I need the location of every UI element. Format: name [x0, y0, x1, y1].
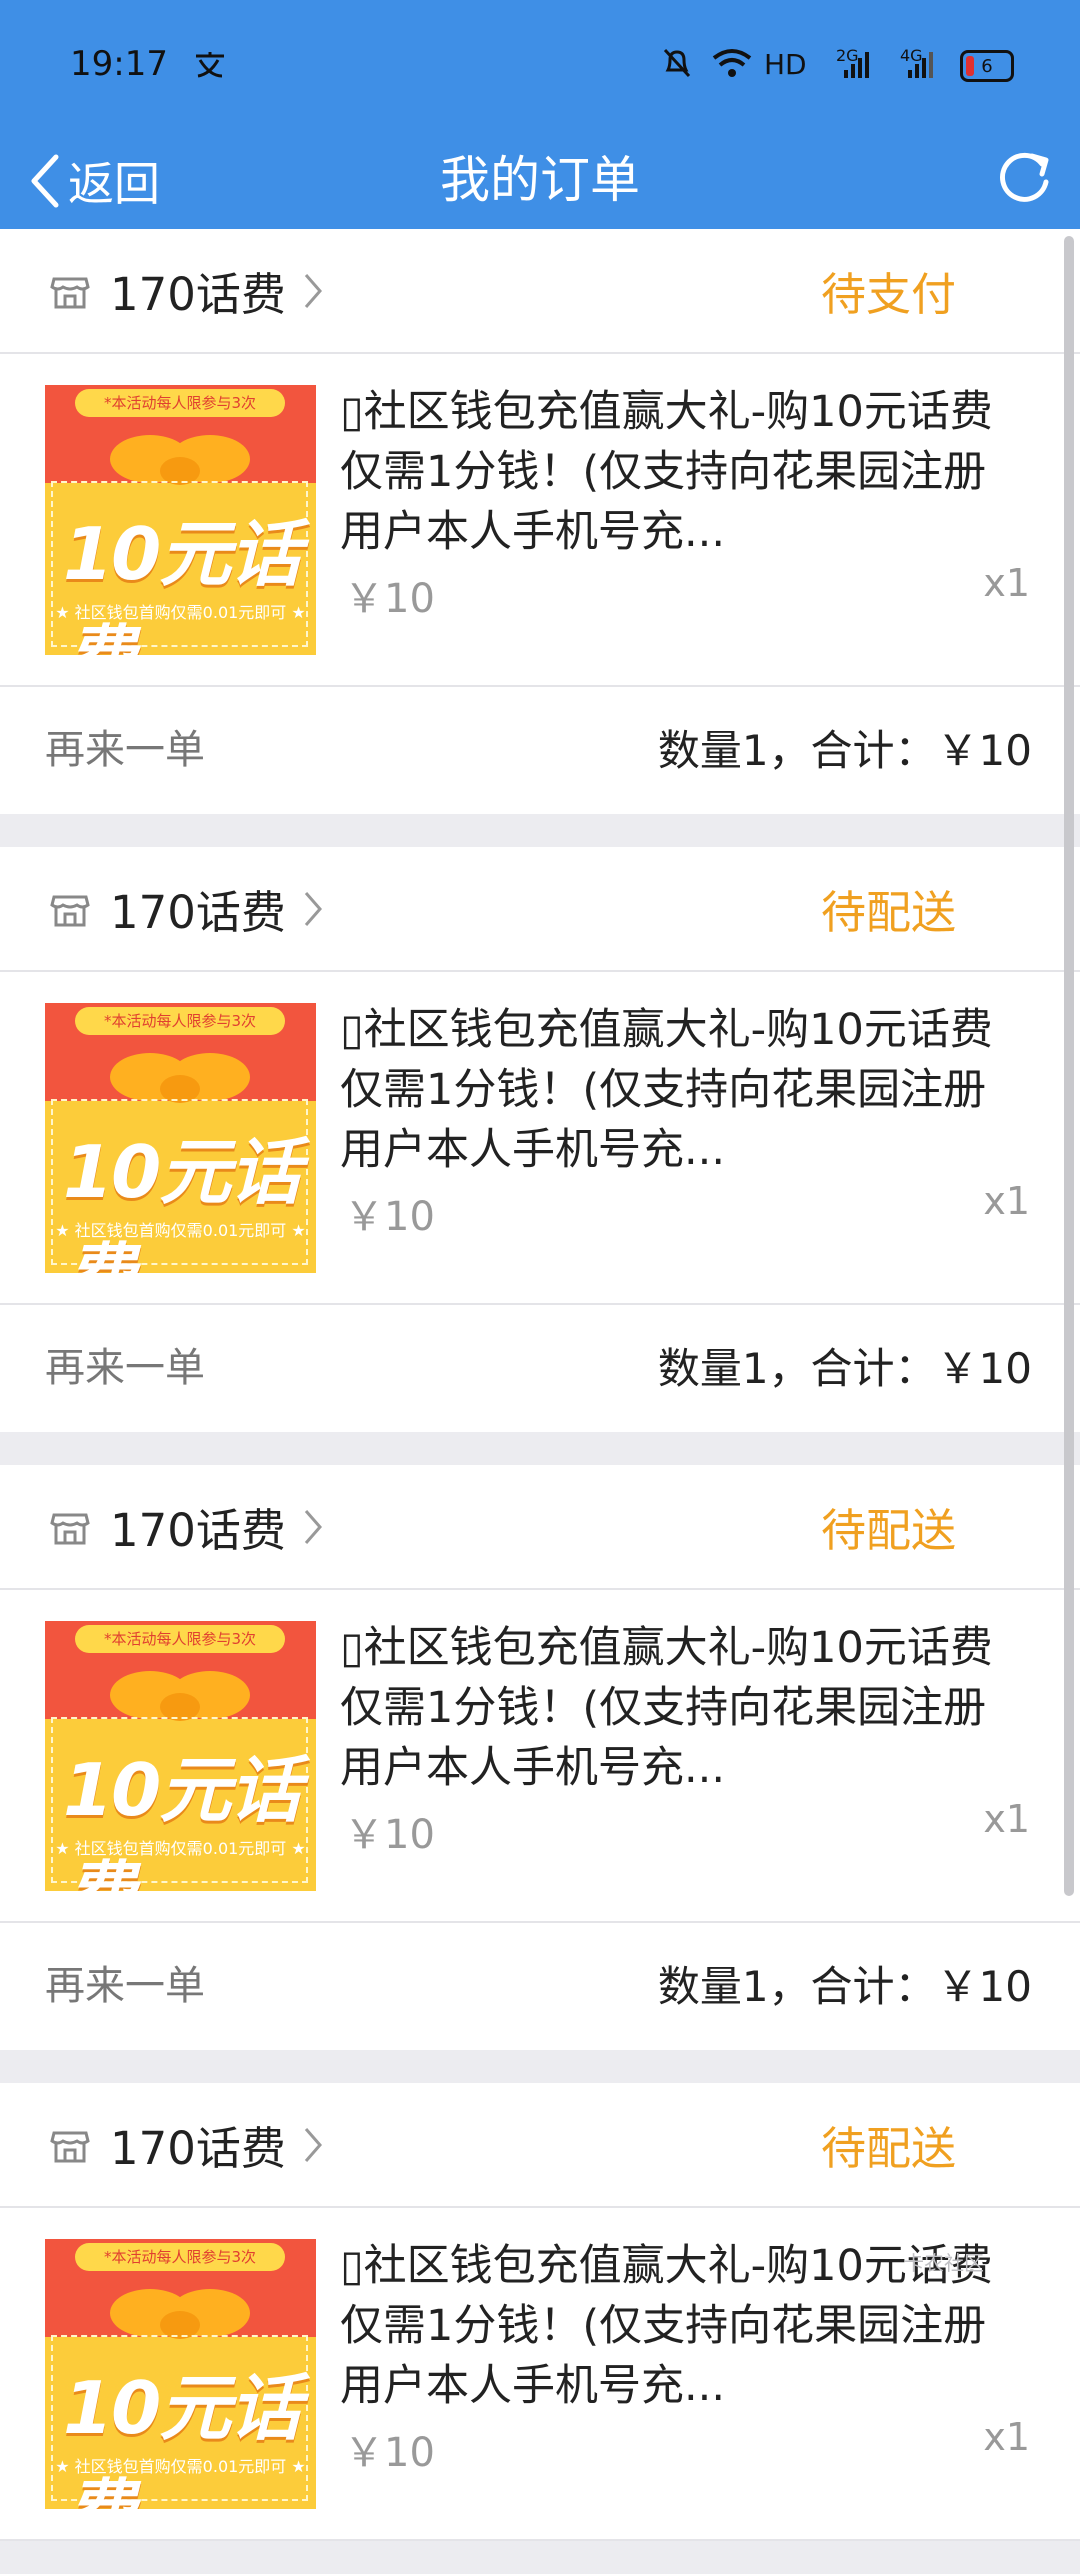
order-status: 待配送 — [820, 2122, 956, 2175]
battery-icon: 6 — [960, 50, 1014, 82]
product-quantity: x1 — [983, 561, 1030, 605]
product-quantity: x1 — [983, 2415, 1030, 2459]
page-title: 我的订单 — [440, 151, 640, 209]
wifi-icon — [712, 49, 752, 77]
shop-name: 170话费 — [110, 2122, 286, 2175]
signal-bars-icon — [844, 52, 869, 78]
shop-name: 170话费 — [110, 268, 286, 321]
product-quantity: x1 — [983, 1179, 1030, 1223]
signal-bars-icon — [908, 52, 933, 78]
refresh-icon[interactable] — [996, 150, 1054, 208]
reorder-button[interactable]: 再来一单 — [45, 1305, 205, 1432]
product-thumbnail: *本活动每人限参与3次 10元话费 ★ 社区钱包首购仅需0.01元即可 ★ — [45, 2239, 316, 2509]
shop-name: 170话费 — [110, 1504, 286, 1557]
product-title: ▯社区钱包充值赢大礼-购10元话费仅需1分钱！(仅支持向花果园注册用户本人手机号… — [340, 1623, 993, 1793]
order-status: 待配送 — [820, 886, 956, 939]
translate-icon — [196, 52, 224, 78]
order-card: 170话费 待支付 *本活动每人限参与3次 10元话费 ★ 社区钱包首购仅需0.… — [0, 229, 1080, 814]
order-footer: 再来一单 数量1，合计：￥10 — [0, 1923, 1080, 2050]
hd-label: HD — [764, 48, 807, 81]
order-card: 170话费 待配送 *本活动每人限参与3次 10元话费 ★ 社区钱包首购仅需0.… — [0, 2083, 1080, 2541]
status-bar: 19:17 HD 2G 4G 6 — [0, 0, 1080, 132]
product-price: ￥10 — [344, 1194, 435, 1240]
thumbnail-small-text: ★ 社区钱包首购仅需0.01元即可 ★ — [55, 1839, 306, 1858]
thumbnail-big-text: 10元话费 — [63, 2366, 301, 2509]
order-summary: 数量1，合计：￥10 — [657, 726, 1032, 775]
product-title: ▯社区钱包充值赢大礼-购10元话费仅需1分钱！(仅支持向花果园注册用户本人手机号… — [340, 1005, 993, 1175]
shop-name: 170话费 — [110, 886, 286, 939]
order-footer: 再来一单 数量1，合计：￥10 — [0, 1305, 1080, 1432]
product-thumbnail: *本活动每人限参与3次 10元话费 ★ 社区钱包首购仅需0.01元即可 ★ — [45, 1003, 316, 1273]
order-header[interactable]: 170话费 待配送 — [0, 1465, 1080, 1590]
order-summary: 数量1，合计：￥10 — [657, 1344, 1032, 1393]
chevron-right-icon — [304, 891, 322, 926]
thumbnail-banner: *本活动每人限参与3次 — [75, 389, 285, 417]
thumbnail-banner: *本活动每人限参与3次 — [75, 1007, 285, 1035]
product-quantity: x1 — [983, 1797, 1030, 1841]
reorder-button[interactable]: 再来一单 — [45, 687, 205, 814]
product-thumbnail: *本活动每人限参与3次 10元话费 ★ 社区钱包首购仅需0.01元即可 ★ — [45, 1621, 316, 1891]
mute-bell-icon — [663, 48, 691, 78]
store-icon — [50, 895, 90, 926]
product-thumbnail: *本活动每人限参与3次 10元话费 ★ 社区钱包首购仅需0.01元即可 ★ — [45, 385, 316, 655]
thumbnail-big-text: 10元话费 — [63, 512, 301, 655]
thumbnail-big-text: 10元话费 — [63, 1130, 301, 1273]
status-time: 19:17 — [70, 44, 168, 84]
product-row[interactable]: *本活动每人限参与3次 10元话费 ★ 社区钱包首购仅需0.01元即可 ★ ▯社… — [0, 1590, 1080, 1923]
order-list: 170话费 待支付 *本活动每人限参与3次 10元话费 ★ 社区钱包首购仅需0.… — [0, 229, 1080, 2574]
product-title: ▯社区钱包充值赢大礼-购10元话费仅需1分钱！(仅支持向花果园注册用户本人手机号… — [340, 387, 993, 557]
order-header[interactable]: 170话费 待配送 — [0, 2083, 1080, 2208]
product-price: ￥10 — [344, 1812, 435, 1858]
watermark-text: 卡农社区 — [904, 2251, 984, 2275]
thumbnail-small-text: ★ 社区钱包首购仅需0.01元即可 ★ — [55, 1221, 306, 1240]
thumbnail-banner: *本活动每人限参与3次 — [75, 1625, 285, 1653]
store-icon — [50, 2131, 90, 2162]
thumbnail-small-text: ★ 社区钱包首购仅需0.01元即可 ★ — [55, 603, 306, 622]
order-header[interactable]: 170话费 待配送 — [0, 847, 1080, 972]
chevron-right-icon — [304, 2127, 322, 2162]
order-header[interactable]: 170话费 待支付 — [0, 229, 1080, 354]
product-row[interactable]: *本活动每人限参与3次 10元话费 ★ 社区钱包首购仅需0.01元即可 ★ ▯社… — [0, 972, 1080, 1305]
app-header: 19:17 HD 2G 4G 6 返回 我的订单 — [0, 0, 1080, 229]
thumbnail-big-text: 10元话费 — [63, 1748, 301, 1891]
product-price: ￥10 — [344, 2430, 435, 2476]
thumbnail-small-text: ★ 社区钱包首购仅需0.01元即可 ★ — [55, 2457, 306, 2476]
order-card: 170话费 待配送 *本活动每人限参与3次 10元话费 ★ 社区钱包首购仅需0.… — [0, 847, 1080, 1432]
store-icon — [50, 1513, 90, 1544]
battery-level: 6 — [981, 55, 993, 77]
product-row[interactable]: *本活动每人限参与3次 10元话费 ★ 社区钱包首购仅需0.01元即可 ★ ▯社… — [0, 354, 1080, 687]
order-summary: 数量1，合计：￥10 — [657, 1962, 1032, 2011]
order-card: 170话费 待配送 *本活动每人限参与3次 10元话费 ★ 社区钱包首购仅需0.… — [0, 1465, 1080, 2050]
product-price: ￥10 — [344, 576, 435, 622]
nav-bar: 返回 我的订单 — [0, 132, 1080, 229]
order-status: 待配送 — [820, 1504, 956, 1557]
chevron-right-icon — [304, 1509, 322, 1544]
store-icon — [50, 277, 90, 308]
thumbnail-banner: *本活动每人限参与3次 — [75, 2243, 285, 2271]
order-status: 待支付 — [820, 268, 956, 321]
reorder-button[interactable]: 再来一单 — [45, 1923, 205, 2050]
chevron-right-icon — [304, 273, 322, 308]
scrollbar[interactable] — [1064, 236, 1074, 1896]
order-footer: 再来一单 数量1，合计：￥10 — [0, 687, 1080, 814]
